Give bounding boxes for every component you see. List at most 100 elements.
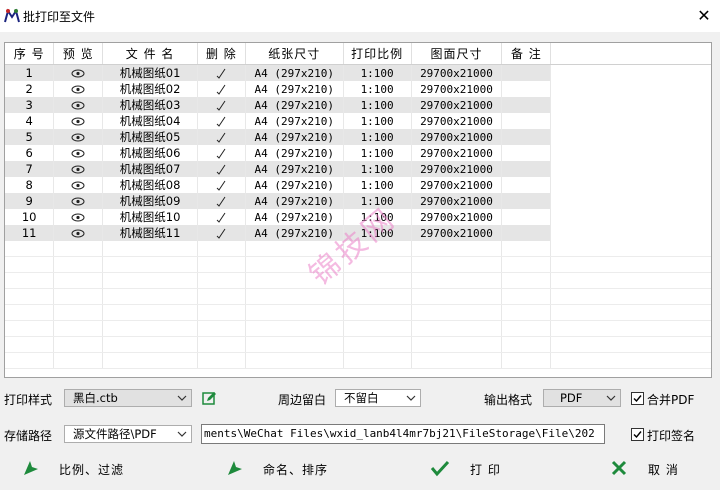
check-mark-icon — [217, 116, 226, 127]
close-icon[interactable]: ✕ — [694, 6, 714, 26]
print-sign-label[interactable]: 打印签名 — [647, 427, 695, 444]
table-row[interactable]: 5 机械图纸05 A4 (297x210) 1:100 29700x21000 — [5, 129, 711, 145]
table-row[interactable]: 1 机械图纸01 A4 (297x210) 1:100 29700x21000 — [5, 64, 711, 81]
output-format-select[interactable]: PDF — [543, 389, 621, 407]
rename-sort-button[interactable]: 命名、排序 — [226, 455, 336, 481]
row-paper-size: A4 (297x210) — [245, 225, 344, 241]
header-paper-size[interactable]: 纸张尺寸 — [245, 43, 344, 65]
empty-cell — [343, 320, 412, 337]
save-path-mode-select[interactable]: 源文件路径\PDF — [64, 425, 192, 443]
preview-cell[interactable] — [53, 81, 104, 97]
empty-cell — [550, 352, 711, 369]
delete-cell[interactable] — [197, 225, 246, 241]
preview-cell[interactable] — [53, 97, 104, 113]
delete-cell[interactable] — [197, 209, 246, 225]
table-row[interactable]: 6 机械图纸06 A4 (297x210) 1:100 29700x21000 — [5, 145, 711, 161]
preview-cell[interactable] — [53, 113, 104, 129]
header-scale[interactable]: 打印比例 — [343, 43, 412, 65]
eye-icon — [71, 69, 85, 78]
scale-filter-label: 比例、过滤 — [59, 463, 125, 477]
margin-select[interactable]: 不留白 — [335, 389, 421, 407]
table-row[interactable]: 2 机械图纸02 A4 (297x210) 1:100 29700x21000 — [5, 81, 711, 97]
delete-cell[interactable] — [197, 145, 246, 161]
pen-icon — [24, 461, 38, 475]
row-filename: 机械图纸02 — [102, 81, 198, 97]
preview-cell[interactable] — [53, 64, 104, 81]
row-filename: 机械图纸03 — [102, 97, 198, 113]
row-note — [501, 161, 552, 177]
save-path-input[interactable]: ments\WeChat Files\wxid_lanb4l4mr7bj21\F… — [201, 424, 605, 444]
table-row[interactable]: 9 机械图纸09 A4 (297x210) 1:100 29700x21000 — [5, 193, 711, 209]
delete-cell[interactable] — [197, 161, 246, 177]
row-paper-size: A4 (297x210) — [245, 81, 344, 97]
preview-cell[interactable] — [53, 129, 104, 145]
header-preview[interactable]: 预 览 — [53, 43, 104, 65]
delete-cell[interactable] — [197, 113, 246, 129]
table-row[interactable]: 10 机械图纸10 A4 (297x210) 1:100 29700x21000 — [5, 209, 711, 225]
merge-pdf-label[interactable]: 合并PDF — [647, 391, 694, 408]
row-filler — [550, 145, 711, 161]
empty-cell — [197, 336, 246, 353]
print-sign-checkbox[interactable] — [631, 428, 644, 441]
row-filename: 机械图纸06 — [102, 145, 198, 161]
check-mark-icon — [217, 212, 226, 223]
row-filler — [550, 177, 711, 193]
header-drawing-size[interactable]: 图面尺寸 — [411, 43, 503, 65]
empty-cell — [245, 288, 344, 305]
header-filename[interactable]: 文 件 名 — [102, 43, 198, 65]
preview-cell[interactable] — [53, 145, 104, 161]
row-index: 5 — [5, 129, 55, 145]
table-row[interactable]: 4 机械图纸04 A4 (297x210) 1:100 29700x21000 — [5, 113, 711, 129]
app-logo-icon — [4, 8, 20, 23]
cancel-button[interactable]: 取 消 — [610, 455, 700, 481]
preview-cell[interactable] — [53, 225, 104, 241]
delete-cell[interactable] — [197, 193, 246, 209]
header-note[interactable]: 备 注 — [501, 43, 552, 65]
row-drawing-size: 29700x21000 — [411, 225, 503, 241]
table-row[interactable]: 11 机械图纸11 A4 (297x210) 1:100 29700x21000 — [5, 225, 711, 241]
preview-cell[interactable] — [53, 161, 104, 177]
preview-cell[interactable] — [53, 177, 104, 193]
row-drawing-size: 29700x21000 — [411, 145, 503, 161]
preview-cell[interactable] — [53, 193, 104, 209]
delete-cell[interactable] — [197, 97, 246, 113]
output-format-value: PDF — [560, 391, 583, 405]
merge-pdf-checkbox[interactable] — [631, 392, 644, 405]
row-filler — [550, 193, 711, 209]
empty-cell — [411, 272, 503, 289]
scale-filter-button[interactable]: 比例、过滤 — [22, 455, 132, 481]
row-filename: 机械图纸08 — [102, 177, 198, 193]
empty-row — [5, 241, 711, 257]
row-paper-size: A4 (297x210) — [245, 161, 344, 177]
row-scale: 1:100 — [343, 209, 412, 225]
print-button[interactable]: 打 印 — [430, 455, 520, 481]
empty-cell — [343, 241, 412, 257]
check-mark-icon — [217, 68, 226, 79]
header-index[interactable]: 序 号 — [5, 43, 55, 65]
eye-icon — [71, 197, 85, 206]
row-index: 9 — [5, 193, 55, 209]
table-row[interactable]: 7 机械图纸07 A4 (297x210) 1:100 29700x21000 — [5, 161, 711, 177]
edit-style-icon[interactable] — [202, 391, 217, 406]
header-delete[interactable]: 删 除 — [197, 43, 246, 65]
preview-cell[interactable] — [53, 209, 104, 225]
file-grid[interactable]: 序 号 预 览 文 件 名 删 除 纸张尺寸 打印比例 图面尺寸 备 注 1 机械… — [4, 42, 712, 378]
row-scale: 1:100 — [343, 64, 412, 81]
table-row[interactable]: 8 机械图纸08 A4 (297x210) 1:100 29700x21000 — [5, 177, 711, 193]
chevron-down-icon — [177, 431, 187, 437]
delete-cell[interactable] — [197, 177, 246, 193]
empty-row — [5, 320, 711, 337]
margin-value: 不留白 — [344, 391, 379, 405]
delete-cell[interactable] — [197, 64, 246, 81]
print-style-select[interactable]: 黑白.ctb — [64, 389, 192, 407]
pen-icon — [228, 461, 242, 475]
empty-cell — [5, 336, 55, 353]
row-filename: 机械图纸05 — [102, 129, 198, 145]
margin-label: 周边留白 — [278, 393, 327, 407]
empty-cell — [5, 256, 55, 273]
check-mark-icon — [217, 196, 226, 207]
empty-cell — [411, 304, 503, 321]
table-row[interactable]: 3 机械图纸03 A4 (297x210) 1:100 29700x21000 — [5, 97, 711, 113]
delete-cell[interactable] — [197, 81, 246, 97]
delete-cell[interactable] — [197, 129, 246, 145]
